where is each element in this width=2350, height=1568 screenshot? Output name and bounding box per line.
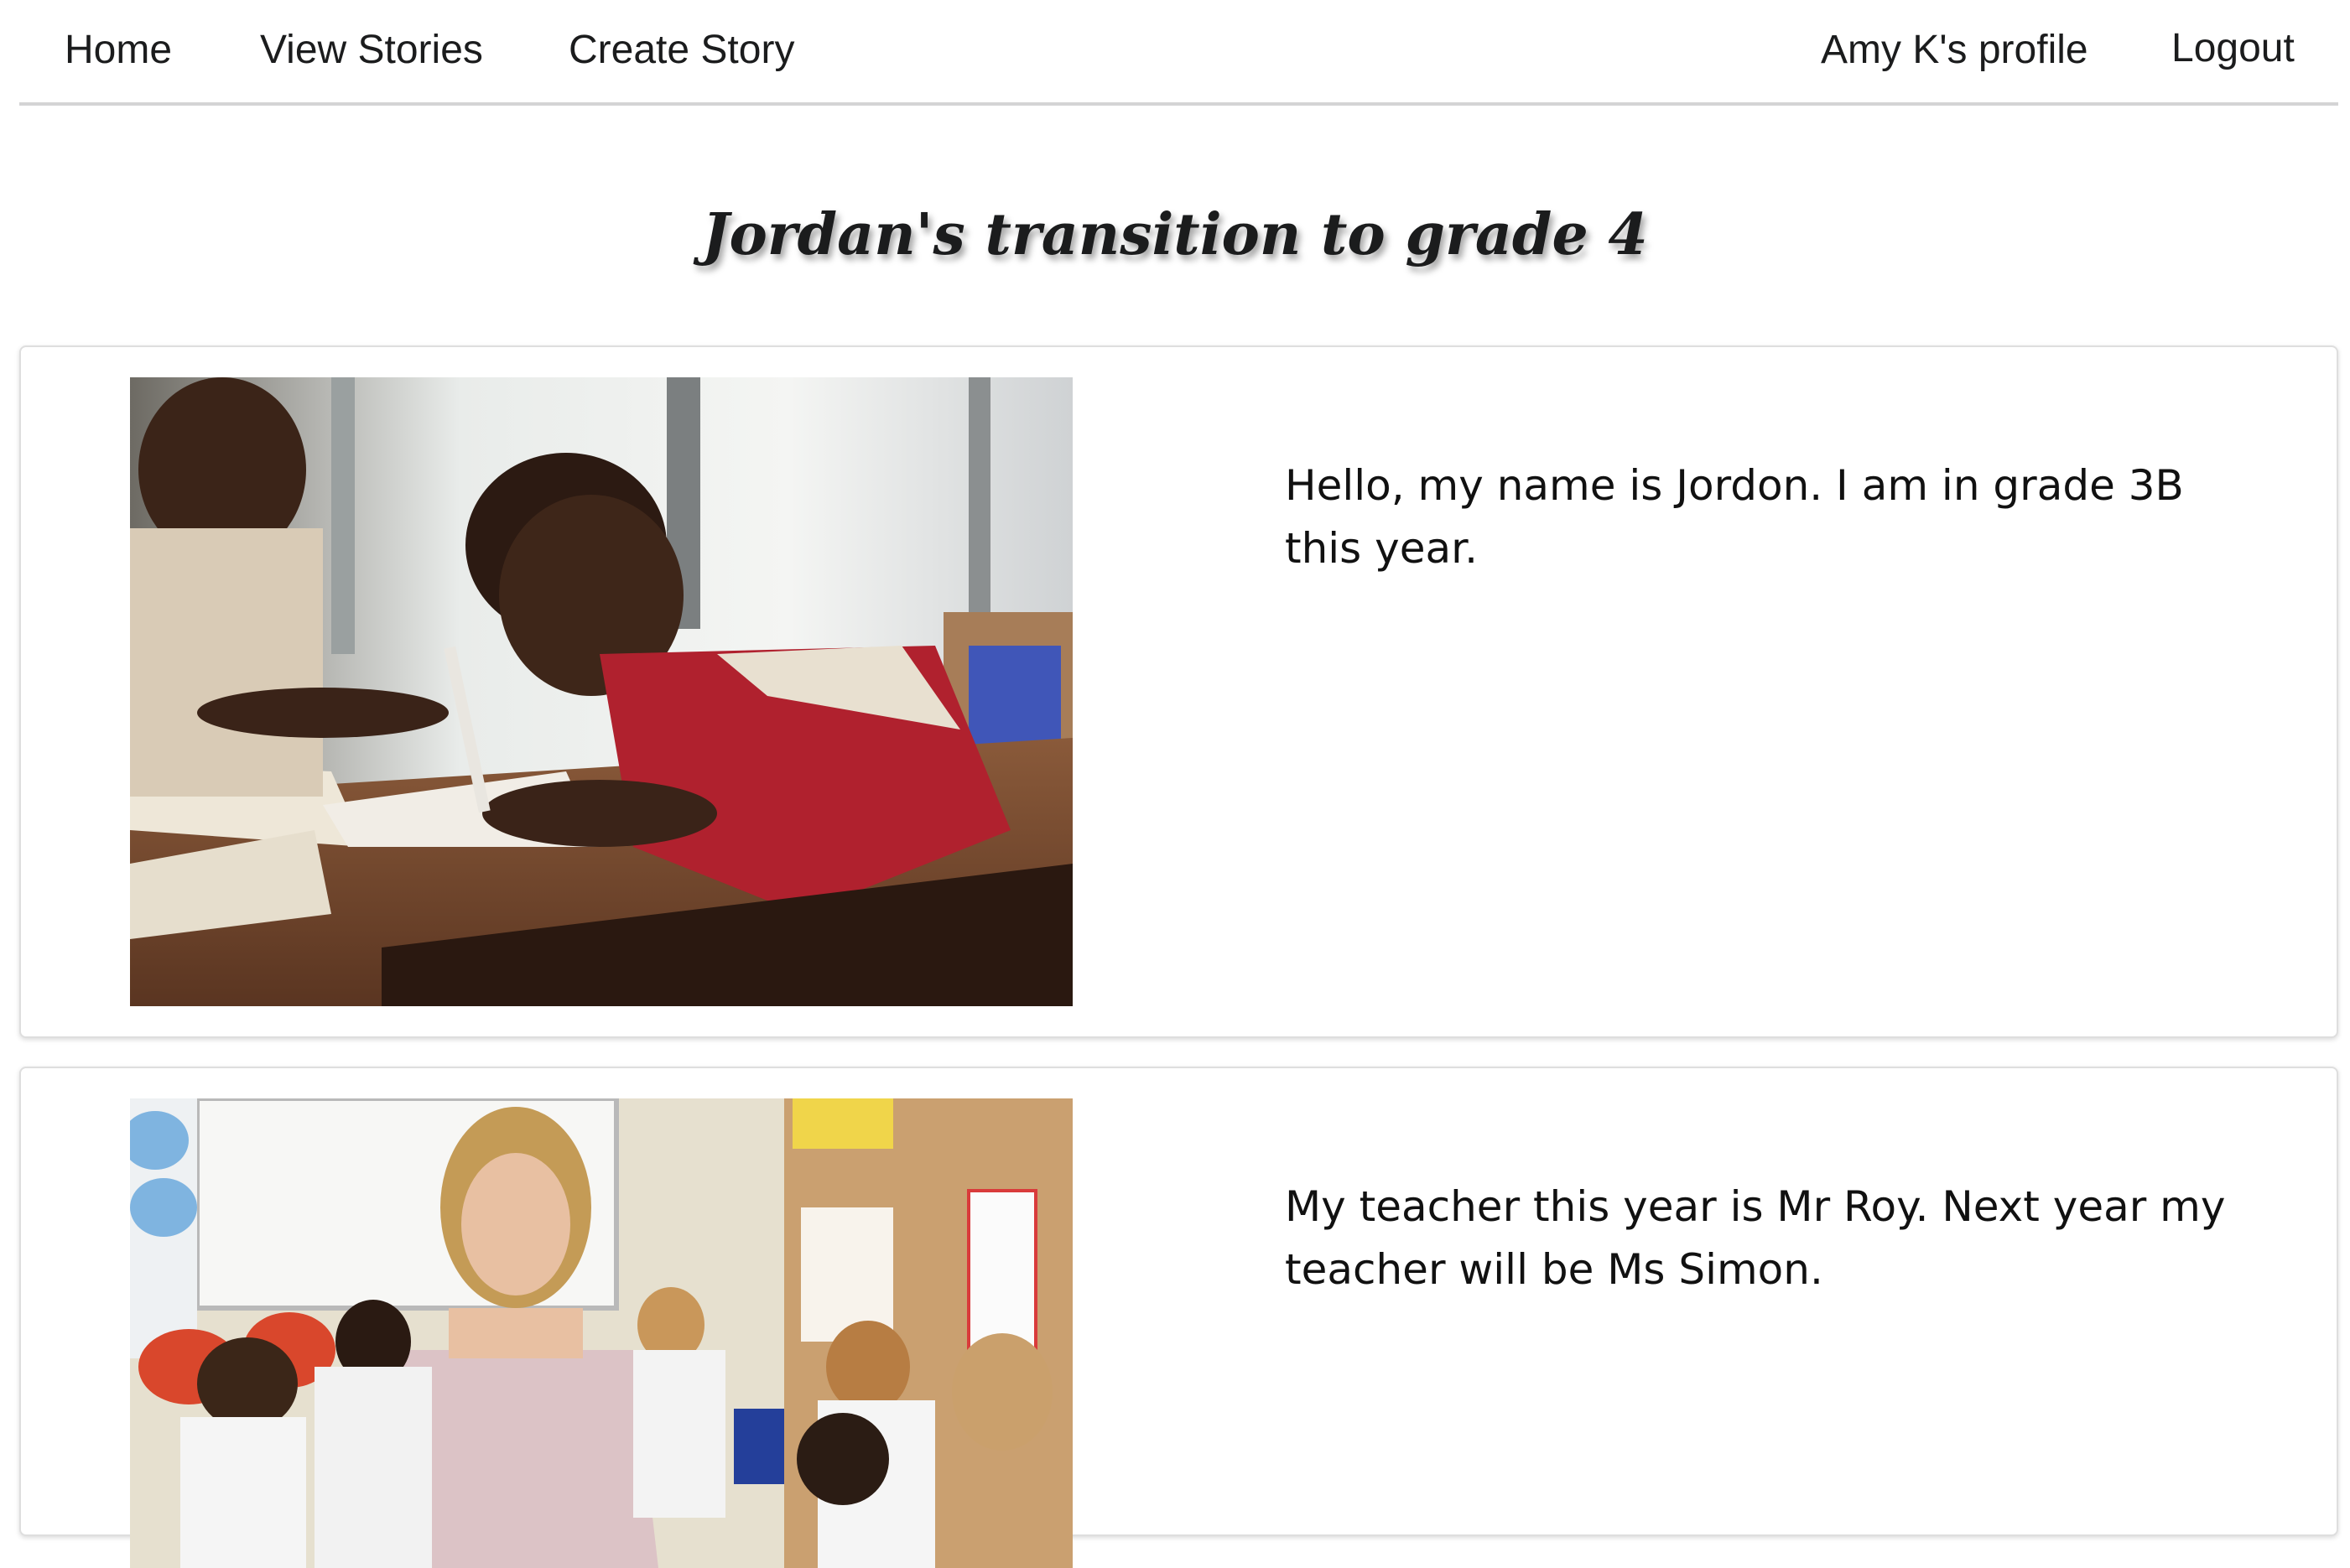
teacher-in-classroom-photo — [130, 1098, 1073, 1568]
nav-view-stories-link[interactable]: View Stories — [260, 25, 483, 75]
nav-home-link[interactable]: Home — [65, 25, 172, 75]
top-nav: Home View Stories Create Story Amy K's p… — [19, 0, 2338, 106]
story-page-card: My teacher this year is Mr Roy. Next yea… — [19, 1067, 2338, 1568]
story-page-card: Hello, my name is Jordon. I am in grade … — [19, 345, 2338, 1038]
story-page-text: My teacher this year is Mr Roy. Next yea… — [1285, 1182, 2226, 1294]
story-page-text: Hello, my name is Jordon. I am in grade … — [1285, 461, 2184, 573]
classroom-students-writing-photo — [130, 377, 1073, 1006]
nav-create-story-link[interactable]: Create Story — [569, 25, 794, 75]
nav-profile-link[interactable]: Amy K's profile — [1821, 25, 2088, 75]
story-title: Jordan's transition to grade 4 — [702, 201, 1648, 268]
nav-logout-link[interactable]: Logout — [2171, 23, 2295, 74]
